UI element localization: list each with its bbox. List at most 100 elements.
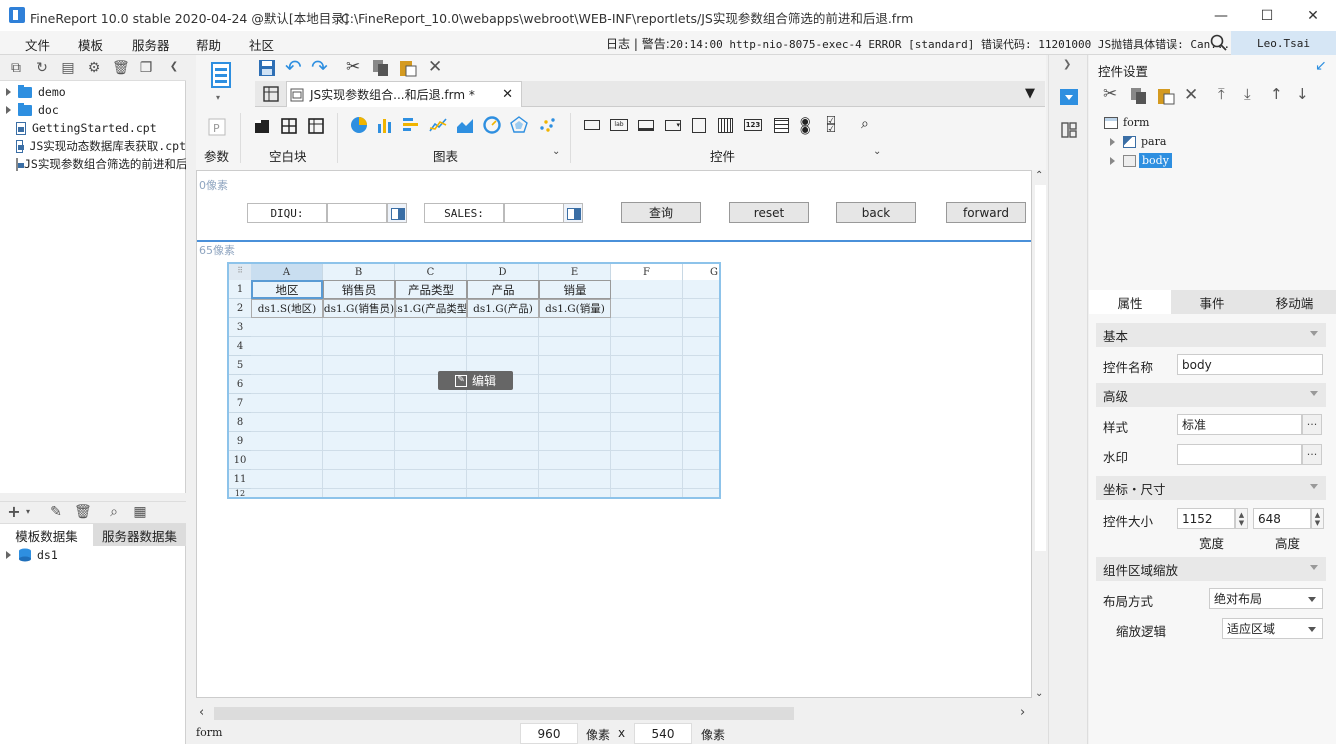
column-header-b[interactable]: B xyxy=(323,264,395,280)
row-header-4[interactable]: 4 xyxy=(229,337,251,356)
gauge-chart-icon[interactable] xyxy=(483,116,501,134)
number-widget-icon[interactable]: 123 xyxy=(744,119,762,131)
row-header-7[interactable]: 7 xyxy=(229,394,251,413)
tab-menu-icon[interactable]: ▼ xyxy=(1025,86,1035,101)
radio-widget-icon[interactable]: ◉ ◉ xyxy=(800,115,816,135)
dataset-item-ds1[interactable]: ds1 xyxy=(6,546,58,564)
reset-button[interactable]: reset xyxy=(729,202,809,223)
minimize-button[interactable]: — xyxy=(1198,0,1244,31)
menu-community[interactable]: 社区 xyxy=(249,35,274,54)
form-layout-icon[interactable] xyxy=(263,86,279,102)
widget-settings-icon[interactable] xyxy=(1060,89,1078,105)
column-header-c[interactable]: C xyxy=(395,264,467,280)
expand-arrow-icon[interactable] xyxy=(6,551,11,559)
close-tab-icon[interactable]: ✕ xyxy=(502,87,513,102)
expand-arrow-icon[interactable] xyxy=(6,88,11,96)
chevron-down-icon[interactable]: ⌄ xyxy=(552,146,560,157)
column-header-g[interactable]: G xyxy=(683,264,719,280)
move-top-icon[interactable]: ⤒ xyxy=(1218,85,1225,103)
scroll-down-icon[interactable]: ⌄ xyxy=(1035,688,1043,699)
cell-d1[interactable]: 产品 xyxy=(467,280,539,299)
settings-icon[interactable]: ⚙ xyxy=(86,60,102,76)
layout-select[interactable]: 绝对布局 xyxy=(1209,588,1323,609)
dataset-edit-icon[interactable]: ▦ xyxy=(132,504,148,520)
watermark-input[interactable] xyxy=(1177,444,1302,465)
expand-arrow-icon[interactable] xyxy=(6,106,11,114)
chevron-down-icon[interactable]: ⌄ xyxy=(873,146,881,157)
line-chart-icon[interactable] xyxy=(429,116,447,134)
label-sales[interactable]: SALES: xyxy=(424,203,504,223)
area-chart-icon[interactable] xyxy=(456,116,474,134)
tab-template-dataset[interactable]: 模板数据集 xyxy=(0,524,93,546)
delete-icon[interactable]: 🗑 xyxy=(112,60,130,76)
tab-server-dataset[interactable]: 服务器数据集 xyxy=(93,524,186,546)
row-header-12[interactable]: 12 xyxy=(229,489,251,497)
label-widget-icon[interactable]: lab xyxy=(610,119,628,131)
chevron-down-icon[interactable]: ▾ xyxy=(20,504,36,520)
paste-icon[interactable] xyxy=(1157,87,1175,105)
blank-block-icon[interactable] xyxy=(253,117,271,135)
width-stepper[interactable]: ▲ ▼ xyxy=(1235,508,1248,529)
report-block[interactable]: ⠿ A B C D E F G 1 2 3 4 5 6 7 8 9 10 11 … xyxy=(227,262,721,499)
row-header-5[interactable]: 5 xyxy=(229,356,251,375)
tree-node-para[interactable]: para xyxy=(1110,135,1166,148)
save-icon[interactable] xyxy=(258,59,276,77)
search-widget-icon[interactable]: ⌕ xyxy=(861,116,877,132)
row-header-6[interactable]: 6 xyxy=(229,375,251,394)
tree-node-body[interactable]: body xyxy=(1110,153,1172,168)
diqu-input[interactable] xyxy=(327,203,387,223)
cell-e1[interactable]: 销量 xyxy=(539,280,611,299)
column-header-e[interactable]: E xyxy=(539,264,611,280)
height-stepper[interactable]: ▲ ▼ xyxy=(1311,508,1324,529)
tree-widget-icon[interactable] xyxy=(692,118,706,133)
chevron-down-icon[interactable]: ▾ xyxy=(216,93,220,102)
checkbox-widget-icon[interactable]: ☑ ☑ xyxy=(826,115,842,134)
height-input[interactable]: 648 xyxy=(1253,508,1311,529)
tab-properties[interactable]: 属性 xyxy=(1089,290,1171,314)
row-header-1[interactable]: 1 xyxy=(229,280,251,299)
scale-logic-select[interactable]: 适应区域 xyxy=(1222,618,1323,639)
scroll-left-icon[interactable]: ‹ xyxy=(199,705,204,720)
scatter-chart-icon[interactable] xyxy=(538,116,556,134)
delete-icon[interactable]: ✕ xyxy=(428,57,442,77)
grid-block-icon[interactable] xyxy=(307,117,325,135)
textarea-widget-icon[interactable] xyxy=(774,118,789,133)
column-header-f[interactable]: F xyxy=(611,264,683,280)
combo-widget-icon[interactable]: ▾ xyxy=(665,120,681,131)
scroll-thumb[interactable] xyxy=(214,707,794,720)
parameter-icon[interactable]: P xyxy=(208,118,226,136)
tab-current-file[interactable]: JS实现参数组合...和后退.frm * ✕ xyxy=(286,81,522,107)
text-widget-icon[interactable] xyxy=(638,120,654,131)
cell-e2[interactable]: ds1.G(销量) xyxy=(539,299,611,318)
expand-chevron-icon[interactable]: ❯ xyxy=(1063,59,1071,70)
label-diqu[interactable]: DIQU: xyxy=(247,203,327,223)
panel-splitter[interactable] xyxy=(0,493,186,501)
scroll-right-icon[interactable]: › xyxy=(1020,705,1025,720)
cell-d2[interactable]: ds1.G(产品) xyxy=(467,299,539,318)
move-bottom-icon[interactable]: ⤓ xyxy=(1244,85,1251,103)
radar-chart-icon[interactable] xyxy=(510,116,528,134)
section-advanced[interactable]: 高级 xyxy=(1096,383,1326,407)
tree-item-js-filter[interactable]: JS实现参数组合筛选的前进和后退.frm xyxy=(6,155,186,173)
menu-help[interactable]: 帮助 xyxy=(196,35,221,54)
maximize-button[interactable]: ☐ xyxy=(1244,0,1290,31)
cut-icon[interactable]: ✂ xyxy=(1103,84,1117,104)
canvas-vertical-scrollbar[interactable]: ⌃ ⌄ xyxy=(1033,170,1048,704)
style-input[interactable]: 标准 xyxy=(1177,414,1302,435)
edit-icon[interactable]: ✎ xyxy=(48,504,64,520)
forward-button[interactable]: forward xyxy=(946,202,1026,223)
tree-item-demo[interactable]: demo xyxy=(6,83,66,101)
collapse-chevron-icon[interactable]: ❮ xyxy=(166,59,182,75)
width-input[interactable]: 1152 xyxy=(1177,508,1235,529)
menu-template[interactable]: 模板 xyxy=(78,35,103,54)
log-label[interactable]: 日志 xyxy=(606,37,630,51)
delete-icon[interactable]: ✕ xyxy=(1184,85,1198,105)
canvas-width-input[interactable]: 960 xyxy=(520,723,578,744)
edit-button[interactable]: ✎ 编辑 xyxy=(438,371,513,390)
canvas-height-input[interactable]: 540 xyxy=(634,723,692,744)
sales-input[interactable] xyxy=(504,203,564,223)
button-widget-icon[interactable] xyxy=(584,120,600,130)
cell-c2[interactable]: ds1.G(产品类型) xyxy=(395,299,467,318)
row-header-3[interactable]: 3 xyxy=(229,318,251,337)
section-coords-size[interactable]: 坐标・尺寸 xyxy=(1096,476,1326,500)
